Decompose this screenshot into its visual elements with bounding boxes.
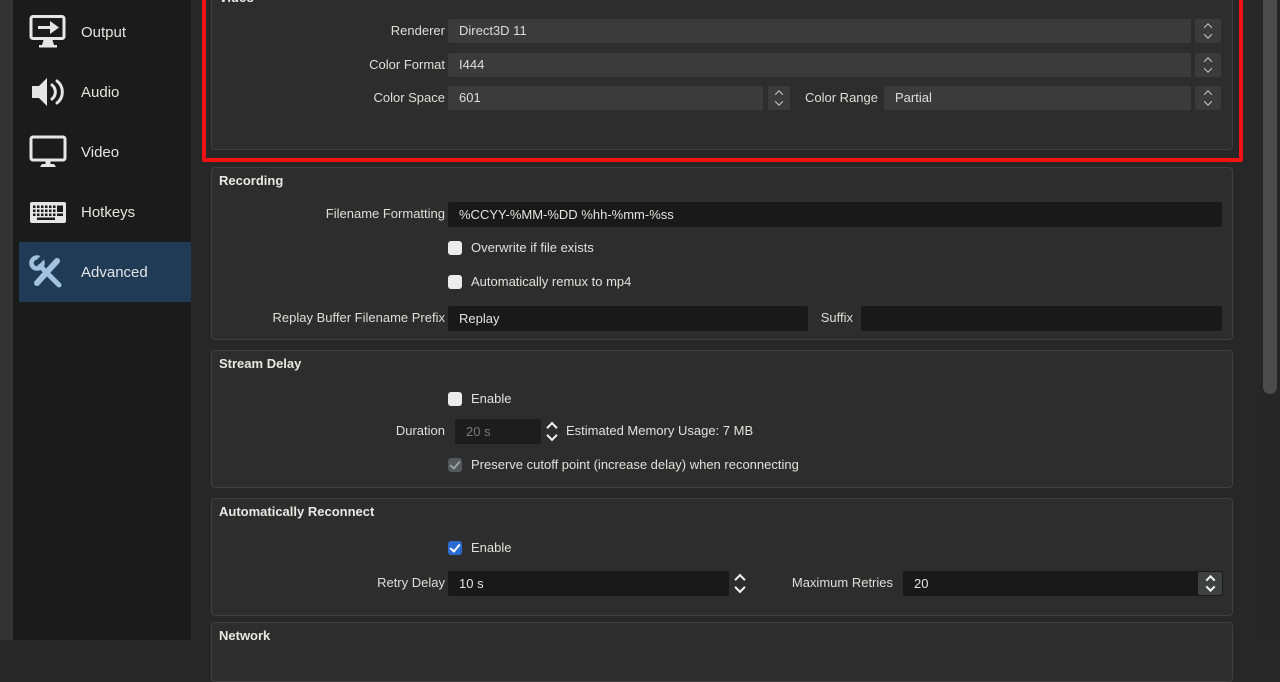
remux-checkbox[interactable] — [448, 275, 462, 289]
section-title: Stream Delay — [219, 356, 301, 371]
filename-formatting-input[interactable]: %CCYY-%MM-%DD %hh-%mm-%ss — [448, 202, 1222, 227]
color-range-label: Color Range — [778, 90, 878, 105]
sidebar-item-label: Video — [81, 144, 119, 161]
stream-delay-enable-checkbox[interactable] — [448, 392, 462, 406]
chevron-down-icon — [1205, 582, 1215, 592]
sidebar-item-label: Output — [81, 24, 126, 41]
reconnect-enable-checkbox[interactable] — [448, 541, 462, 555]
max-retries-spin-buttons[interactable] — [1198, 572, 1222, 595]
replay-prefix-value: Replay — [459, 311, 499, 326]
sidebar-item-label: Advanced — [81, 264, 148, 281]
audio-speaker-icon — [27, 73, 69, 111]
sidebar-item-video[interactable]: Video — [19, 122, 191, 182]
sidebar-item-label: Hotkeys — [81, 204, 135, 221]
section-title: Recording — [219, 173, 283, 188]
stream-delay-enable-row[interactable]: Enable — [448, 391, 511, 406]
color-space-combobox[interactable]: 601 — [448, 86, 763, 110]
replay-prefix-label: Replay Buffer Filename Prefix — [212, 310, 445, 325]
sidebar-item-label: Audio — [81, 84, 119, 101]
replay-prefix-input[interactable]: Replay — [448, 306, 808, 331]
section-recording: Recording Filename Formatting %CCYY-%MM-… — [211, 167, 1233, 340]
duration-label: Duration — [212, 423, 445, 438]
chevron-down-icon — [546, 430, 557, 441]
max-retries-label: Maximum Retries — [758, 575, 893, 590]
section-title: Automatically Reconnect — [219, 504, 374, 519]
retry-delay-value: 10 s — [459, 576, 484, 591]
preserve-cutoff-label: Preserve cutoff point (increase delay) w… — [471, 457, 799, 472]
color-format-spin-buttons[interactable] — [1195, 53, 1221, 77]
renderer-spin-buttons[interactable] — [1195, 19, 1221, 43]
color-format-label: Color Format — [212, 57, 445, 72]
sidebar-item-hotkeys[interactable]: Hotkeys — [19, 182, 191, 242]
renderer-combobox[interactable]: Direct3D 11 — [448, 19, 1191, 43]
sidebar-item-output[interactable]: Output — [19, 2, 191, 62]
reconnect-enable-row[interactable]: Enable — [448, 540, 511, 555]
filename-formatting-label: Filename Formatting — [212, 206, 445, 221]
remux-label: Automatically remux to mp4 — [471, 274, 631, 289]
stream-delay-enable-label: Enable — [471, 391, 511, 406]
settings-sidebar: Output Audio Video — [13, 0, 191, 640]
color-format-value: I444 — [459, 57, 484, 72]
retry-delay-label: Retry Delay — [212, 575, 445, 590]
filename-formatting-value: %CCYY-%MM-%DD %hh-%mm-%ss — [459, 207, 674, 222]
section-video: Video Renderer Direct3D 11 Color Format … — [211, 0, 1233, 150]
section-title: Network — [219, 628, 270, 643]
retry-delay-spin-buttons[interactable] — [731, 571, 749, 596]
chevron-down-icon — [1204, 30, 1212, 38]
suffix-label: Suffix — [809, 310, 853, 325]
chevron-down-icon — [1204, 97, 1212, 105]
suffix-input[interactable] — [861, 306, 1222, 331]
video-monitor-icon — [27, 133, 69, 171]
retry-delay-spinbox[interactable]: 10 s — [448, 571, 729, 596]
memory-usage-text: Estimated Memory Usage: 7 MB — [566, 423, 753, 438]
color-space-label: Color Space — [212, 90, 445, 105]
remux-checkbox-row[interactable]: Automatically remux to mp4 — [448, 274, 631, 289]
section-stream-delay: Stream Delay Enable Duration 20 s Estima… — [211, 350, 1233, 488]
reconnect-enable-label: Enable — [471, 540, 511, 555]
section-auto-reconnect: Automatically Reconnect Enable Retry Del… — [211, 498, 1233, 616]
preserve-cutoff-checkbox[interactable] — [448, 458, 462, 472]
section-network: Network — [211, 622, 1233, 682]
color-range-value: Partial — [895, 90, 932, 105]
vertical-scrollbar[interactable] — [1260, 0, 1280, 640]
sidebar-item-audio[interactable]: Audio — [19, 62, 191, 122]
sidebar-item-advanced[interactable]: Advanced — [19, 242, 191, 302]
duration-spinbox[interactable]: 20 s — [455, 419, 541, 444]
color-range-spin-buttons[interactable] — [1195, 86, 1221, 110]
duration-spin-buttons[interactable] — [543, 419, 561, 444]
overwrite-label: Overwrite if file exists — [471, 240, 594, 255]
hotkeys-keyboard-icon — [27, 193, 69, 231]
duration-value: 20 s — [466, 424, 491, 439]
overwrite-checkbox[interactable] — [448, 241, 462, 255]
max-retries-value: 20 — [914, 576, 928, 591]
max-retries-spinbox[interactable]: 20 — [903, 571, 1223, 596]
section-title: Video — [219, 0, 254, 5]
chevron-down-icon — [1204, 64, 1212, 72]
preserve-cutoff-row[interactable]: Preserve cutoff point (increase delay) w… — [448, 457, 799, 472]
chevron-down-icon — [734, 582, 745, 593]
color-format-combobox[interactable]: I444 — [448, 53, 1191, 77]
output-monitor-arrow-icon — [27, 13, 69, 51]
renderer-value: Direct3D 11 — [459, 23, 527, 38]
color-space-value: 601 — [459, 90, 481, 105]
color-range-combobox[interactable]: Partial — [884, 86, 1191, 110]
renderer-label: Renderer — [212, 23, 445, 38]
advanced-tools-icon — [27, 253, 69, 291]
window-edge — [0, 0, 13, 640]
overwrite-checkbox-row[interactable]: Overwrite if file exists — [448, 240, 594, 255]
scrollbar-thumb[interactable] — [1263, 0, 1277, 394]
